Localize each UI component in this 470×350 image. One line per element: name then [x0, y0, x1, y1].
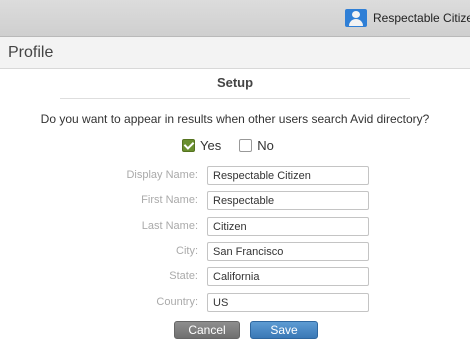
city-label: City: — [176, 245, 198, 257]
setup-title: Setup — [216, 75, 254, 90]
top-bar: Respectable Citizen — [0, 0, 470, 37]
display-name-label: Display Name: — [126, 169, 198, 181]
first-name-row: First Name: — [0, 191, 470, 211]
save-button[interactable]: Save — [250, 321, 318, 339]
state-field[interactable] — [207, 267, 369, 286]
country-row: Country: — [0, 293, 470, 313]
city-row: City: — [0, 242, 470, 262]
no-checkbox[interactable] — [239, 139, 253, 152]
display-name-row: Display Name: — [0, 166, 470, 186]
user-avatar-icon — [345, 9, 367, 27]
country-label: Country: — [156, 296, 198, 308]
first-name-field[interactable] — [207, 191, 369, 210]
country-field[interactable] — [207, 293, 369, 312]
no-option[interactable]: No — [239, 138, 274, 153]
directory-choice-group: Yes No — [182, 138, 292, 153]
yes-option[interactable]: Yes — [182, 138, 221, 153]
last-name-label: Last Name: — [141, 220, 198, 232]
state-label: State: — [169, 270, 198, 282]
user-menu[interactable]: Respectable Citizen — [345, 9, 470, 27]
city-field[interactable] — [207, 242, 369, 261]
cancel-button[interactable]: Cancel — [174, 321, 240, 339]
directory-question: Do you want to appear in results when ot… — [40, 112, 430, 126]
state-row: State: — [0, 267, 470, 287]
form-actions: Cancel Save — [174, 321, 328, 339]
yes-label: Yes — [200, 138, 222, 153]
display-name-field[interactable] — [207, 166, 369, 185]
no-label: No — [257, 138, 274, 153]
profile-header: Profile — [0, 37, 470, 69]
page-title: Profile — [8, 44, 54, 61]
user-name: Respectable Citizen — [373, 11, 470, 25]
last-name-row: Last Name: — [0, 217, 470, 237]
last-name-field[interactable] — [207, 217, 369, 236]
yes-checkbox[interactable] — [182, 139, 195, 152]
first-name-label: First Name: — [141, 194, 198, 206]
divider — [60, 98, 410, 99]
